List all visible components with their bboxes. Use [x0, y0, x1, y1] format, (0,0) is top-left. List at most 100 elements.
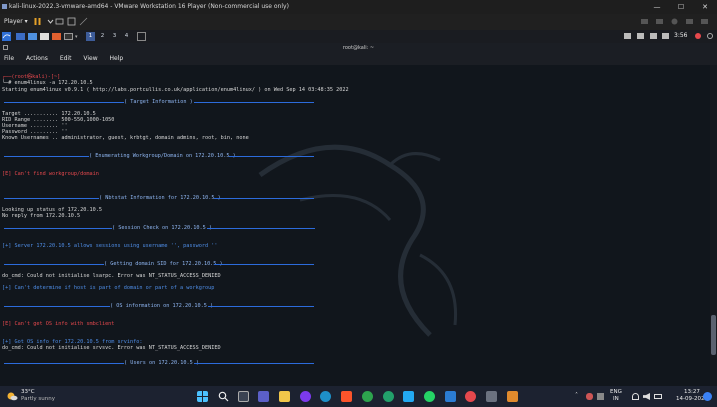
- section-rule: [4, 363, 124, 364]
- workspace-3[interactable]: 3: [110, 32, 119, 41]
- minimize-button[interactable]: —: [645, 0, 669, 14]
- whatsapp-icon[interactable]: [424, 391, 435, 402]
- battery-icon[interactable]: [654, 394, 662, 399]
- app-icon[interactable]: [300, 391, 311, 402]
- opera-icon[interactable]: [465, 391, 476, 402]
- lock-icon[interactable]: [662, 33, 669, 39]
- menu-file[interactable]: File: [4, 55, 14, 62]
- section-rule: [214, 264, 314, 265]
- vmware-icon[interactable]: [486, 391, 497, 402]
- section-target-info: ( Target Information ): [124, 99, 193, 105]
- workspace-4[interactable]: 4: [122, 32, 131, 41]
- section-rule: [194, 102, 314, 103]
- firefox-icon[interactable]: [52, 33, 61, 40]
- chevron-up-icon[interactable]: ˄: [575, 392, 578, 399]
- weather-widget[interactable]: 33°C Partly sunny: [21, 389, 55, 403]
- prompt-user: ┌──(root㉿kali)-[~]: [2, 74, 61, 80]
- app-green-icon[interactable]: [383, 391, 394, 402]
- display-icon[interactable]: [624, 33, 631, 39]
- player-menu-button[interactable]: Player ▾: [4, 18, 28, 25]
- file-explorer-icon[interactable]: [279, 391, 290, 402]
- lsarpc-error-line: do_cmd: Could not initialise lsarpc. Err…: [2, 273, 221, 279]
- weather-sun-icon[interactable]: [6, 390, 18, 402]
- srvsvc-error-line: do_cmd: Could not initialise srvsvc. Err…: [2, 345, 221, 351]
- language-indicator[interactable]: ENG IN: [610, 389, 622, 403]
- windows-start-icon[interactable]: [197, 391, 208, 402]
- notification-icon[interactable]: [703, 392, 712, 401]
- terminal-title: root@kali: ~: [0, 43, 717, 53]
- kali-dragon-logo-icon: [258, 144, 458, 337]
- terminal-task-icon[interactable]: [137, 32, 146, 41]
- terminal-window: root@kali: ~ File Actions Edit View Help…: [0, 43, 717, 386]
- printer-device-icon[interactable]: [700, 17, 709, 26]
- notification-bell-icon[interactable]: [650, 33, 657, 39]
- terminal-icon[interactable]: [64, 33, 73, 40]
- volume-icon[interactable]: [643, 393, 650, 400]
- vscode-icon[interactable]: [403, 391, 414, 402]
- fit-guest-icon[interactable]: [67, 17, 76, 26]
- section-rule: [214, 198, 314, 199]
- unity-icon[interactable]: [79, 17, 88, 26]
- workspace-2[interactable]: 2: [98, 32, 107, 41]
- section-rule: [4, 198, 99, 199]
- power-icon[interactable]: [695, 33, 701, 39]
- chevron-down-icon[interactable]: [46, 17, 55, 26]
- task-view-icon[interactable]: [238, 391, 249, 402]
- chevron-down-icon[interactable]: ▾: [75, 34, 78, 40]
- cd-device-icon[interactable]: [670, 17, 679, 26]
- terminal-app-icon: [3, 45, 8, 50]
- section-rule: [4, 156, 89, 157]
- weather-desc: Partly sunny: [21, 396, 55, 402]
- tray-app-icon[interactable]: [597, 393, 604, 400]
- maximize-button[interactable]: ☐: [669, 0, 693, 14]
- file-manager-icon[interactable]: [28, 33, 37, 40]
- kali-top-panel: ▾ 1 2 3 4 3:56: [0, 30, 717, 43]
- workspace-1[interactable]: 1: [86, 32, 95, 41]
- vm-window-title: kali-linux-2022.3-vmware-amd64 - VMware …: [9, 3, 289, 10]
- known-usernames-line: Known Usernames .. administrator, guest,…: [2, 135, 249, 141]
- section-rule: [207, 228, 315, 229]
- region-code: IN: [613, 396, 619, 402]
- text-editor-icon[interactable]: [40, 33, 49, 40]
- desktop-icon[interactable]: [16, 33, 25, 40]
- section-users: ( Users on 172.20.10.5 ): [124, 360, 199, 366]
- pause-icon[interactable]: [33, 17, 42, 26]
- player-toolbar: Player ▾: [0, 14, 717, 30]
- section-rule: [4, 264, 104, 265]
- network-device-icon[interactable]: [655, 17, 664, 26]
- tray-app-icon[interactable]: [586, 393, 593, 400]
- windows-taskbar: 33°C Partly sunny ˄ ENG IN 13:27 14-09-2…: [0, 386, 717, 407]
- chrome-icon[interactable]: [362, 391, 373, 402]
- close-button[interactable]: ✕: [693, 0, 717, 14]
- scrollbar-thumb[interactable]: [711, 315, 716, 355]
- menu-actions[interactable]: Actions: [26, 55, 48, 62]
- search-icon[interactable]: [218, 391, 229, 402]
- section-os-info: ( OS information on 172.20.10.5 ): [110, 303, 214, 309]
- menu-edit[interactable]: Edit: [60, 55, 72, 62]
- chat-icon[interactable]: [258, 391, 269, 402]
- section-domain-sid: ( Getting domain SID for 172.20.10.5 ): [104, 261, 223, 267]
- word-icon[interactable]: [445, 391, 456, 402]
- brave-icon[interactable]: [341, 391, 352, 402]
- section-rule: [4, 228, 112, 229]
- app-orange-icon[interactable]: [507, 391, 518, 402]
- send-ctrl-alt-del-icon[interactable]: [55, 17, 64, 26]
- menu-help[interactable]: Help: [110, 55, 124, 62]
- kali-menu-icon[interactable]: [2, 32, 11, 41]
- panel-clock[interactable]: 3:56: [674, 32, 687, 39]
- sound-device-icon[interactable]: [685, 17, 694, 26]
- vmware-logo-icon: [2, 4, 7, 9]
- menu-view[interactable]: View: [83, 55, 97, 62]
- session-icon[interactable]: [707, 33, 713, 39]
- domain-determine-line: [+] Can't determine if host is part of d…: [2, 285, 215, 291]
- section-nbtstat: ( Nbtstat Information for 172.20.10.5 ): [99, 195, 221, 201]
- terminal-scrollbar[interactable]: [710, 65, 717, 386]
- edge-icon[interactable]: [320, 391, 331, 402]
- session-ok-line: [+] Server 172.20.10.5 allows sessions u…: [2, 243, 218, 249]
- network-icon[interactable]: [637, 33, 644, 39]
- terminal-output[interactable]: ┌──(root㉿kali)-[~] └─# enum4linux -a 172…: [0, 65, 710, 386]
- usb-device-icon[interactable]: [640, 17, 649, 26]
- language-code: ENG: [610, 389, 622, 395]
- wifi-icon[interactable]: [632, 393, 639, 400]
- weather-temp: 33°C: [21, 389, 35, 395]
